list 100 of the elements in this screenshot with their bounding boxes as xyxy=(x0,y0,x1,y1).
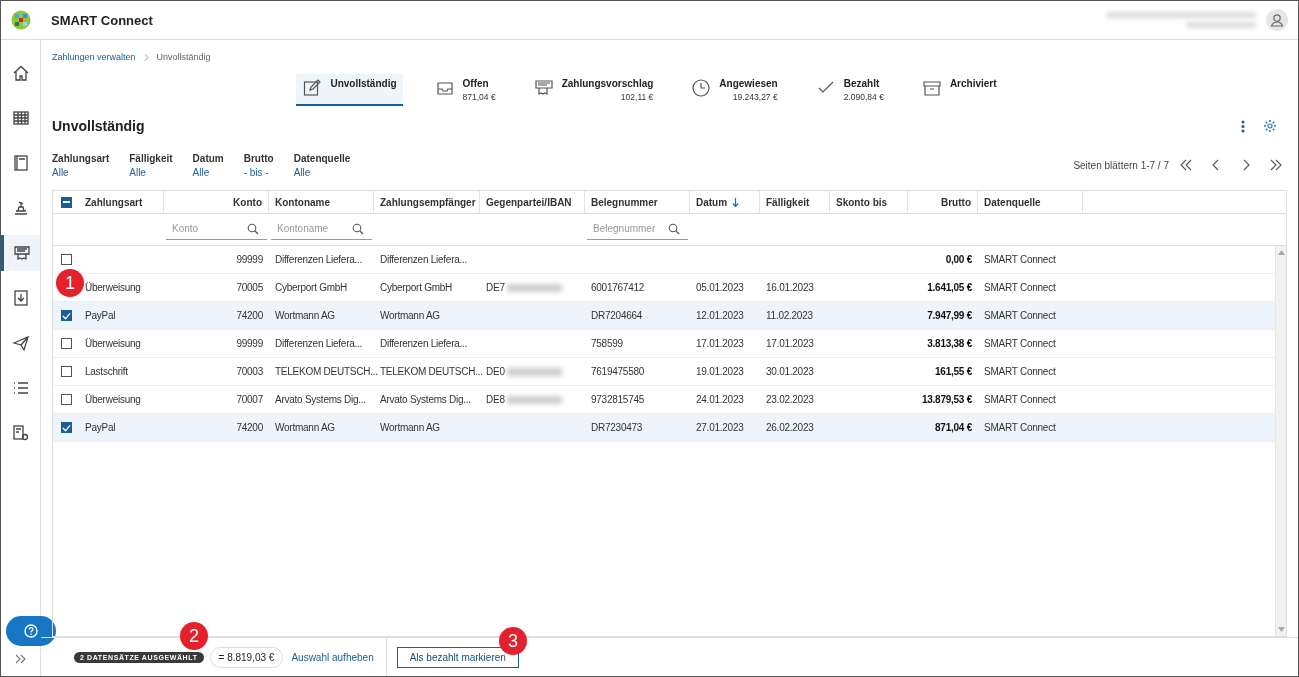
column-header[interactable]: Fälligkeit xyxy=(766,196,810,208)
table-cell: 05.01.2023 xyxy=(696,282,744,293)
table-cell: 3.813,38 € xyxy=(927,338,972,349)
document-gear-icon[interactable] xyxy=(11,424,30,442)
expand-chevrons-icon[interactable] xyxy=(14,654,27,664)
table-cell: 9732815745 xyxy=(591,394,645,405)
row-checkbox[interactable] xyxy=(60,338,72,349)
table-cell: 161,55 € xyxy=(935,366,972,377)
receipt-icon[interactable] xyxy=(13,244,31,262)
table-cell: 7619475580 xyxy=(591,366,645,377)
column-header[interactable]: Gegenpartei/IBAN xyxy=(486,196,572,208)
table-cell: Wortmann AG xyxy=(275,422,335,433)
callout-marker: 1 xyxy=(56,269,84,297)
row-checkbox[interactable] xyxy=(60,310,72,321)
sort-arrow-icon[interactable] xyxy=(732,197,740,207)
home-icon[interactable] xyxy=(11,64,30,82)
status-tab[interactable]: Angewiesen 19.243,27 € xyxy=(685,74,784,106)
column-header[interactable]: Datum xyxy=(696,196,740,208)
column-filter-field[interactable]: Kontoname xyxy=(271,218,372,240)
table-cell: Differenzen Liefera... xyxy=(380,254,468,265)
column-header[interactable]: Datenquelle xyxy=(984,196,1041,208)
filter-label: Brutto xyxy=(243,152,274,164)
clear-selection-link[interactable]: Auswahl aufheben xyxy=(291,651,374,663)
app-title: SMART Connect xyxy=(51,12,153,28)
notebook-icon[interactable] xyxy=(11,154,30,172)
more-menu-icon[interactable] xyxy=(1241,119,1245,133)
table-cell: 30.01.2023 xyxy=(766,366,814,377)
first-page-icon[interactable] xyxy=(1179,159,1193,171)
table-cell: DE0 xyxy=(486,366,505,377)
column-header[interactable]: Kontoname xyxy=(275,196,330,208)
table-cell: Differenzen Liefera... xyxy=(380,338,468,349)
table-cell: TELEKOM DEUTSCH... xyxy=(380,366,483,377)
status-tab[interactable]: Zahlungsvorschlag 102,11 € xyxy=(527,74,660,106)
help-icon[interactable] xyxy=(23,624,38,638)
table-cell: SMART Connect xyxy=(984,338,1056,349)
table-cell: DR7230473 xyxy=(591,422,643,433)
table-cell: PayPal xyxy=(85,422,116,433)
redacted-blur xyxy=(506,283,562,292)
status-tab[interactable]: Unvollständig xyxy=(296,74,403,106)
pencil-icon xyxy=(302,78,323,98)
help-button[interactable] xyxy=(5,616,56,646)
column-filter-field[interactable]: Konto xyxy=(166,218,267,240)
table-cell: 16.01.2023 xyxy=(766,282,814,293)
table-cell: SMART Connect xyxy=(984,254,1056,265)
filter-label: Zahlungsart xyxy=(52,152,110,164)
table-cell: Überweisung xyxy=(85,338,141,349)
page-title: Unvollständig xyxy=(52,118,145,134)
last-page-icon[interactable] xyxy=(1269,159,1283,171)
table-cell: 1.641,05 € xyxy=(927,282,972,293)
filter-value-link[interactable]: Alle xyxy=(293,166,351,178)
column-header[interactable]: Belegnummer xyxy=(591,196,658,208)
table-cell: 26.02.2023 xyxy=(766,422,814,433)
breadcrumb-item[interactable]: Zahlungen verwalten xyxy=(52,52,136,62)
table-cell: 70005 xyxy=(236,282,263,293)
table-cell: 871,04 € xyxy=(935,422,972,433)
send-icon[interactable] xyxy=(11,334,30,352)
column-header[interactable]: Skonto bis xyxy=(836,196,888,208)
search-icon[interactable] xyxy=(668,223,680,235)
filter-label: Datum xyxy=(192,152,224,164)
row-checkbox[interactable] xyxy=(60,394,72,405)
search-icon[interactable] xyxy=(247,223,259,235)
select-all-checkbox[interactable] xyxy=(60,196,72,208)
status-tab[interactable]: Offen 871,04 € xyxy=(428,74,502,106)
column-header[interactable]: Konto xyxy=(233,196,262,208)
column-header[interactable]: Brutto xyxy=(941,196,971,208)
table-cell: SMART Connect xyxy=(984,366,1056,377)
table-cell: Überweisung xyxy=(85,282,141,293)
column-header[interactable]: Zahlungsart xyxy=(85,196,143,208)
row-checkbox[interactable] xyxy=(60,422,72,433)
column-header[interactable]: Zahlungsempfänger xyxy=(380,196,476,208)
filter-label: Datenquelle xyxy=(293,152,351,164)
row-checkbox[interactable] xyxy=(60,254,72,265)
table-cell: Cyberport GmbH xyxy=(275,282,348,293)
table-cell: Überweisung xyxy=(85,394,141,405)
table-icon[interactable] xyxy=(11,109,30,127)
status-tab[interactable]: Bezahlt 2.090,84 € xyxy=(809,74,890,106)
filter-value-link[interactable]: - bis - xyxy=(243,166,274,178)
list-icon[interactable] xyxy=(11,379,30,397)
table-cell: Arvato Systems Dig... xyxy=(275,394,366,405)
filter-value-link[interactable]: Alle xyxy=(192,166,224,178)
pagination-label: Seiten blättern 1-7 / 7 xyxy=(1073,159,1169,171)
redacted-blur xyxy=(506,395,562,404)
status-tab[interactable]: Archiviert xyxy=(915,74,1003,106)
row-checkbox[interactable] xyxy=(60,366,72,377)
sidebar-item[interactable] xyxy=(1,235,40,271)
search-icon[interactable] xyxy=(352,223,364,235)
filter-value-link[interactable]: Alle xyxy=(52,166,110,178)
settings-icon[interactable] xyxy=(1263,119,1277,133)
user-avatar-icon[interactable] xyxy=(1266,9,1288,31)
filter-value-link[interactable]: Alle xyxy=(129,166,173,178)
table-cell: Differenzen Liefera... xyxy=(275,338,363,349)
archive-box-icon xyxy=(921,78,942,98)
table-cell: 74200 xyxy=(236,310,263,321)
callout-marker: 3 xyxy=(499,627,527,655)
mark-as-paid-button[interactable]: Als bezahlt markieren xyxy=(396,646,519,668)
column-filter-field[interactable]: Belegnummer xyxy=(587,218,688,240)
table-cell: SMART Connect xyxy=(984,394,1056,405)
logo-icon xyxy=(11,10,31,30)
table-cell: 758599 xyxy=(591,338,623,349)
download-icon[interactable] xyxy=(11,289,30,307)
